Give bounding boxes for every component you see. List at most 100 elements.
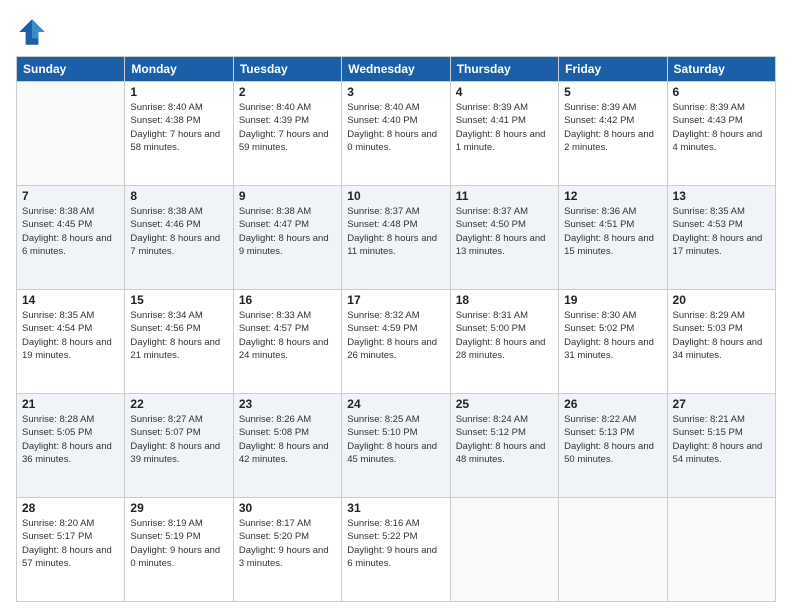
day-number: 24 [347,397,444,411]
calendar-week-2: 7Sunrise: 8:38 AM Sunset: 4:45 PM Daylig… [17,186,776,290]
day-info: Sunrise: 8:27 AM Sunset: 5:07 PM Dayligh… [130,413,227,466]
weekday-header-thursday: Thursday [450,57,558,82]
day-info: Sunrise: 8:35 AM Sunset: 4:54 PM Dayligh… [22,309,119,362]
calendar-week-4: 21 Sunrise: 8:28 AM Sunset: 5:05 PM Dayli… [17,394,776,498]
day-number: 26 [564,397,661,411]
calendar-cell: 29 Sunrise: 8:19 AM Sunset: 5:19 PM Dayli… [125,498,233,602]
day-info: Sunrise: 8:36 AM Sunset: 4:51 PM Dayligh… [564,205,661,258]
day-info: Sunrise: 8:37 AM Sunset: 4:48 PM Dayligh… [347,205,444,258]
calendar-week-5: 28 Sunrise: 8:20 AM Sunset: 5:17 PM Dayli… [17,498,776,602]
day-number: 13 [673,189,770,203]
day-number: 29 [130,501,227,515]
day-info: Sunrise: 8:26 AM Sunset: 5:08 PM Dayligh… [239,413,336,466]
calendar-cell: 3 Sunrise: 8:40 AM Sunset: 4:40 PM Daylig… [342,82,450,186]
calendar-cell: 28 Sunrise: 8:20 AM Sunset: 5:17 PM Dayli… [17,498,125,602]
day-info: Sunrise: 8:32 AM Sunset: 4:59 PM Dayligh… [347,309,444,362]
calendar-cell: 12Sunrise: 8:36 AM Sunset: 4:51 PM Dayli… [559,186,667,290]
calendar-header: SundayMondayTuesdayWednesdayThursdayFrid… [17,57,776,82]
calendar-cell: 4 Sunrise: 8:39 AM Sunset: 4:41 PM Daylig… [450,82,558,186]
calendar-cell: 20 Sunrise: 8:29 AM Sunset: 5:03 PM Dayli… [667,290,775,394]
day-info: Sunrise: 8:21 AM Sunset: 5:15 PM Dayligh… [673,413,770,466]
day-info: Sunrise: 8:39 AM Sunset: 4:41 PM Dayligh… [456,101,553,154]
calendar-week-1: 1Sunrise: 8:40 AM Sunset: 4:38 PM Daylig… [17,82,776,186]
calendar-body: 1Sunrise: 8:40 AM Sunset: 4:38 PM Daylig… [17,82,776,602]
day-number: 9 [239,189,336,203]
day-number: 4 [456,85,553,99]
day-number: 11 [456,189,553,203]
day-number: 23 [239,397,336,411]
calendar-cell: 25 Sunrise: 8:24 AM Sunset: 5:12 PM Dayli… [450,394,558,498]
calendar-week-3: 14 Sunrise: 8:35 AM Sunset: 4:54 PM Dayli… [17,290,776,394]
header [16,16,776,48]
calendar-cell [667,498,775,602]
day-info: Sunrise: 8:37 AM Sunset: 4:50 PM Dayligh… [456,205,553,258]
weekday-header-wednesday: Wednesday [342,57,450,82]
day-info: Sunrise: 8:35 AM Sunset: 4:53 PM Dayligh… [673,205,770,258]
calendar-cell: 9 Sunrise: 8:38 AM Sunset: 4:47 PM Daylig… [233,186,341,290]
day-info: Sunrise: 8:17 AM Sunset: 5:20 PM Dayligh… [239,517,336,570]
day-number: 17 [347,293,444,307]
logo-icon [16,16,48,48]
day-number: 21 [22,397,119,411]
day-number: 7 [22,189,119,203]
calendar-cell: 22 Sunrise: 8:27 AM Sunset: 5:07 PM Dayli… [125,394,233,498]
day-info: Sunrise: 8:31 AM Sunset: 5:00 PM Dayligh… [456,309,553,362]
calendar-cell: 7Sunrise: 8:38 AM Sunset: 4:45 PM Daylig… [17,186,125,290]
day-number: 10 [347,189,444,203]
day-info: Sunrise: 8:40 AM Sunset: 4:40 PM Dayligh… [347,101,444,154]
day-info: Sunrise: 8:38 AM Sunset: 4:47 PM Dayligh… [239,205,336,258]
calendar-cell: 30 Sunrise: 8:17 AM Sunset: 5:20 PM Dayli… [233,498,341,602]
day-info: Sunrise: 8:28 AM Sunset: 5:05 PM Dayligh… [22,413,119,466]
calendar-cell: 17 Sunrise: 8:32 AM Sunset: 4:59 PM Dayli… [342,290,450,394]
day-number: 5 [564,85,661,99]
calendar-cell: 18 Sunrise: 8:31 AM Sunset: 5:00 PM Dayli… [450,290,558,394]
day-number: 3 [347,85,444,99]
day-info: Sunrise: 8:29 AM Sunset: 5:03 PM Dayligh… [673,309,770,362]
day-number: 20 [673,293,770,307]
day-number: 31 [347,501,444,515]
day-info: Sunrise: 8:25 AM Sunset: 5:10 PM Dayligh… [347,413,444,466]
day-info: Sunrise: 8:19 AM Sunset: 5:19 PM Dayligh… [130,517,227,570]
day-number: 25 [456,397,553,411]
day-info: Sunrise: 8:34 AM Sunset: 4:56 PM Dayligh… [130,309,227,362]
calendar-cell: 23 Sunrise: 8:26 AM Sunset: 5:08 PM Dayli… [233,394,341,498]
calendar-cell: 27Sunrise: 8:21 AM Sunset: 5:15 PM Dayli… [667,394,775,498]
day-number: 2 [239,85,336,99]
calendar-cell: 31 Sunrise: 8:16 AM Sunset: 5:22 PM Dayli… [342,498,450,602]
day-info: Sunrise: 8:39 AM Sunset: 4:43 PM Dayligh… [673,101,770,154]
day-number: 6 [673,85,770,99]
day-number: 15 [130,293,227,307]
calendar-table: SundayMondayTuesdayWednesdayThursdayFrid… [16,56,776,602]
calendar-cell: 6 Sunrise: 8:39 AM Sunset: 4:43 PM Daylig… [667,82,775,186]
day-info: Sunrise: 8:40 AM Sunset: 4:39 PM Dayligh… [239,101,336,154]
calendar-cell: 15 Sunrise: 8:34 AM Sunset: 4:56 PM Dayli… [125,290,233,394]
calendar-cell: 26 Sunrise: 8:22 AM Sunset: 5:13 PM Dayli… [559,394,667,498]
calendar-cell [450,498,558,602]
calendar-cell: 2 Sunrise: 8:40 AM Sunset: 4:39 PM Daylig… [233,82,341,186]
calendar-cell: 14 Sunrise: 8:35 AM Sunset: 4:54 PM Dayli… [17,290,125,394]
day-number: 16 [239,293,336,307]
day-number: 30 [239,501,336,515]
day-number: 8 [130,189,227,203]
day-number: 22 [130,397,227,411]
day-info: Sunrise: 8:24 AM Sunset: 5:12 PM Dayligh… [456,413,553,466]
day-info: Sunrise: 8:33 AM Sunset: 4:57 PM Dayligh… [239,309,336,362]
weekday-header-friday: Friday [559,57,667,82]
day-number: 28 [22,501,119,515]
day-info: Sunrise: 8:22 AM Sunset: 5:13 PM Dayligh… [564,413,661,466]
day-info: Sunrise: 8:16 AM Sunset: 5:22 PM Dayligh… [347,517,444,570]
calendar-cell: 11 Sunrise: 8:37 AM Sunset: 4:50 PM Dayli… [450,186,558,290]
page: SundayMondayTuesdayWednesdayThursdayFrid… [0,0,792,612]
calendar-cell: 1Sunrise: 8:40 AM Sunset: 4:38 PM Daylig… [125,82,233,186]
weekday-row: SundayMondayTuesdayWednesdayThursdayFrid… [17,57,776,82]
weekday-header-tuesday: Tuesday [233,57,341,82]
day-info: Sunrise: 8:20 AM Sunset: 5:17 PM Dayligh… [22,517,119,570]
day-number: 14 [22,293,119,307]
weekday-header-saturday: Saturday [667,57,775,82]
day-number: 18 [456,293,553,307]
calendar-cell: 10 Sunrise: 8:37 AM Sunset: 4:48 PM Dayli… [342,186,450,290]
day-info: Sunrise: 8:38 AM Sunset: 4:46 PM Dayligh… [130,205,227,258]
calendar-cell: 24 Sunrise: 8:25 AM Sunset: 5:10 PM Dayli… [342,394,450,498]
day-number: 1 [130,85,227,99]
weekday-header-monday: Monday [125,57,233,82]
